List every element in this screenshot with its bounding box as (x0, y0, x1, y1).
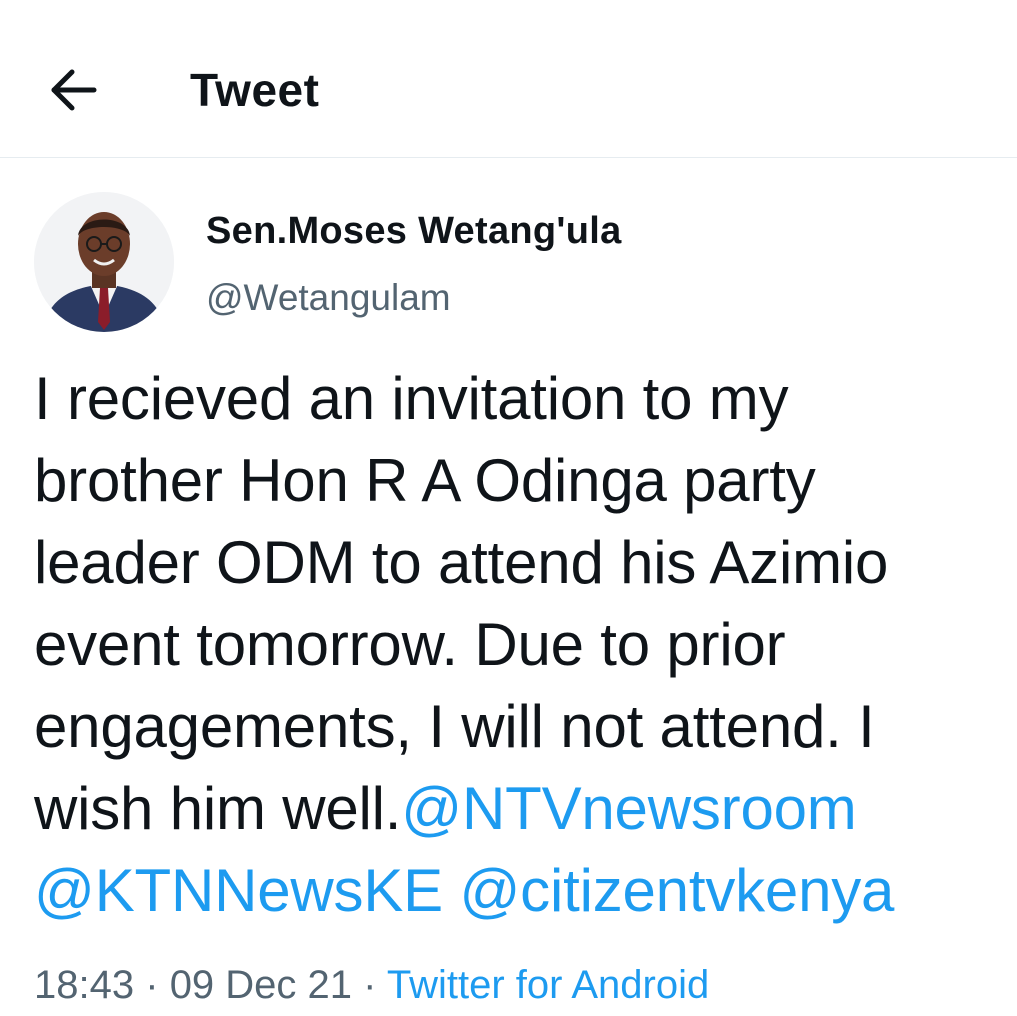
tweet-text-line: event tomorrow. Due to prior (34, 611, 786, 678)
tweet-text-line: engagements, I will not attend. I (34, 693, 875, 760)
top-bar: Tweet (0, 0, 1017, 158)
profile-photo-icon (34, 192, 174, 332)
page-title: Tweet (190, 64, 320, 116)
tweet-time[interactable]: 18:43 (34, 963, 134, 1007)
tweet-text-line: leader ODM to attend his Azimio (34, 529, 889, 596)
avatar[interactable] (34, 192, 174, 332)
mention-link-citizentvkenya[interactable]: @citizentvkenya (459, 857, 894, 924)
mention-link-ktnnewske[interactable]: @KTNNewsKE (34, 857, 443, 924)
tweet-text-line: @KTNNewsKE @citizentvkenya (34, 850, 1009, 932)
tweet-body: I recieved an invitation to my brother H… (34, 358, 1009, 932)
tweet-meta: 18:43 · 09 Dec 21 · Twitter for Android (34, 960, 709, 1010)
mention-link-ntvnewsroom[interactable]: @NTVnewsroom (401, 775, 856, 842)
tweet-text-line: brother Hon R A Odinga party (34, 447, 816, 514)
author-display-name[interactable]: Sen.Moses Wetang'ula (206, 206, 622, 256)
tweet-text-fragment: wish him well. (34, 775, 402, 842)
back-arrow-icon[interactable] (40, 56, 108, 124)
tweet-text-line: I recieved an invitation to my (34, 365, 789, 432)
tweet-source-link[interactable]: Twitter for Android (387, 963, 709, 1007)
tweet-date[interactable]: 09 Dec 21 (170, 963, 352, 1007)
meta-separator: · (145, 963, 159, 1007)
meta-separator: · (363, 963, 377, 1007)
tweet-text-line: wish him well.@NTVnewsroom (34, 768, 1009, 850)
author-handle[interactable]: @Wetangulam (206, 273, 451, 323)
